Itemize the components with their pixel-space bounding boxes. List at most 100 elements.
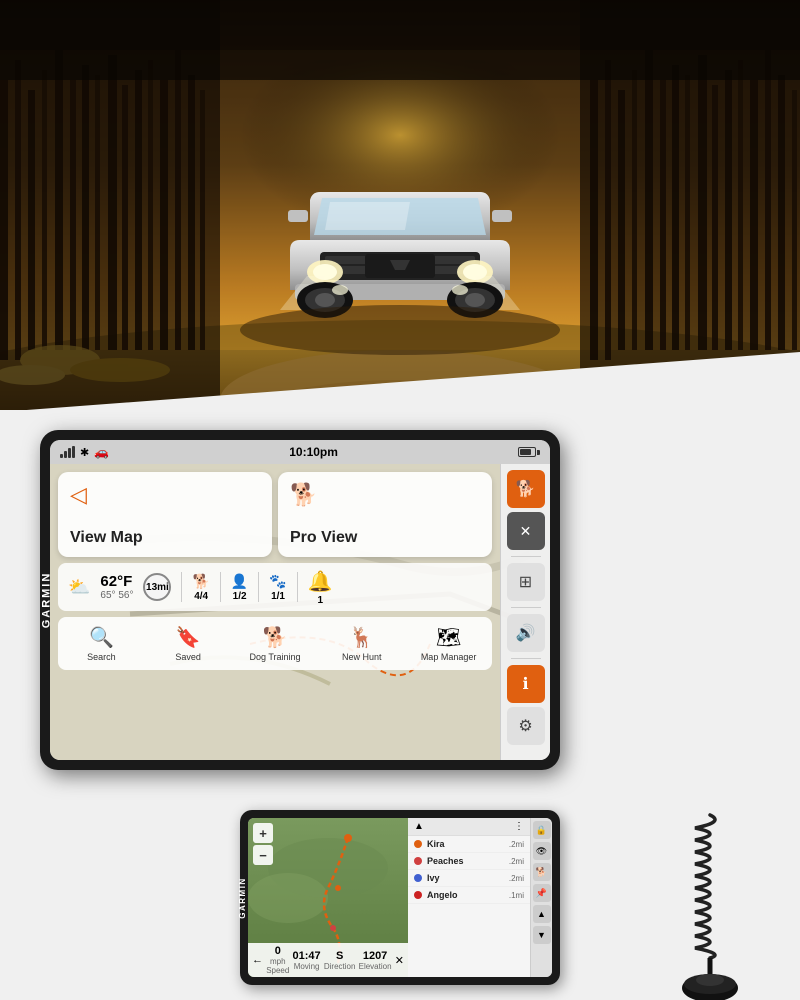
nav-map-manager[interactable]: 🗺 Map Manager — [405, 621, 492, 666]
saved-icon: 🔖 — [176, 625, 201, 650]
list-item[interactable]: Ivy .2mi — [408, 870, 530, 887]
back-btn[interactable]: ← — [252, 954, 263, 966]
status-right — [518, 447, 540, 457]
bottom-nav: 🔍 Search 🔖 Saved 🐕 Dog Training 🦌 — [58, 617, 492, 670]
list-item[interactable]: Angelo .1mi — [408, 887, 530, 904]
small-pin-btn[interactable]: 📌 — [533, 884, 551, 902]
stat-divider-4 — [297, 572, 298, 602]
close-map-btn[interactable]: ✕ — [395, 954, 404, 967]
dog-dot-kira — [414, 840, 422, 848]
speed-value: 0 — [266, 945, 289, 957]
direction-block: S Direction — [324, 950, 356, 971]
signal-bar-1 — [60, 454, 63, 458]
nav-dog-training[interactable]: 🐕 Dog Training — [232, 621, 319, 666]
dog-running-icon: 🐕 — [290, 482, 480, 508]
sidebar-close-btn[interactable]: ✕ — [507, 512, 545, 550]
small-lock-btn[interactable]: 🔒 — [533, 821, 551, 839]
alert-stat: 🔔 1 — [308, 569, 333, 606]
right-sidebar: 🐕 ✕ ⊞ 🔊 ℹ — [500, 464, 550, 760]
sidebar-info-btn[interactable]: ℹ — [507, 665, 545, 703]
moving-time: 01:47 — [293, 950, 321, 962]
car-icon: 🚗 — [94, 445, 109, 459]
pro-view-label: Pro View — [290, 529, 480, 547]
dog-name-ivy: Ivy — [427, 873, 509, 883]
sidebar-dog-btn[interactable]: 🐕 — [507, 470, 545, 508]
antenna — [670, 810, 750, 1000]
search-label: Search — [87, 652, 116, 662]
paw-stat: 🐾 1/1 — [269, 573, 286, 602]
saved-label: Saved — [175, 652, 201, 662]
small-down-btn[interactable]: ▼ — [533, 926, 551, 944]
device-content: ◁ View Map 🐕 Pro View ⛅ 62°F — [50, 464, 550, 760]
direction-label: Direction — [324, 962, 356, 971]
speed-block: 0 mph Speed — [266, 945, 289, 975]
small-dog-btn[interactable]: 🐕 — [533, 863, 551, 881]
elevation-block: 1207 Elevation — [359, 950, 392, 971]
signal-bar-2 — [64, 451, 67, 458]
status-time: 10:10pm — [289, 445, 338, 459]
small-map-status: ← 0 mph Speed 01:47 Moving S Direction — [248, 943, 408, 977]
temp-block: 62°F 65° 56° — [100, 573, 133, 601]
signal-bar-4 — [72, 446, 75, 458]
dog-dist-peaches: .2mi — [509, 857, 524, 866]
small-map-controls: + − — [253, 823, 273, 865]
elevation-label: Elevation — [359, 962, 392, 971]
elevation-value: 1207 — [359, 950, 392, 962]
small-up-btn[interactable]: ▲ — [533, 905, 551, 923]
status-left: ✱ 🚗 — [60, 445, 109, 459]
dog-dist-kira: .2mi — [509, 840, 524, 849]
header-menu-icon[interactable]: ⋮ — [514, 821, 524, 832]
settings-gear-icon: ⚙ — [518, 716, 532, 736]
info-icon: ℹ — [522, 674, 528, 694]
header-up-icon[interactable]: ▲ — [414, 821, 424, 832]
time-block: 01:47 Moving — [293, 950, 321, 971]
dog-name-kira: Kira — [427, 839, 509, 849]
device-screen-large: ✱ 🚗 10:10pm — [50, 440, 550, 760]
hero-illustration — [0, 0, 800, 410]
sidebar-dog-icon: 🐕 — [516, 479, 536, 499]
sidebar-settings-btn[interactable]: ⚙ — [507, 707, 545, 745]
sidebar-divider-1 — [511, 556, 541, 557]
dog-dist-ivy: .2mi — [509, 874, 524, 883]
list-header: ▲ ⋮ — [408, 818, 530, 836]
list-item[interactable]: Peaches .2mi — [408, 853, 530, 870]
battery-indicator — [518, 447, 540, 457]
dog-dist-angelo: .1mi — [509, 891, 524, 900]
nav-search[interactable]: 🔍 Search — [58, 621, 145, 666]
view-map-button[interactable]: ◁ View Map — [58, 472, 272, 557]
speed-unit: mph — [266, 957, 289, 966]
paw-value: 1/1 — [271, 591, 285, 602]
pro-view-button[interactable]: 🐕 Pro View — [278, 472, 492, 557]
search-icon: 🔍 — [89, 625, 114, 650]
main-device-section: GARMIN — [0, 410, 800, 800]
dog-stat-icon: 🐕 — [192, 573, 209, 590]
sidebar-grid-btn[interactable]: ⊞ — [507, 563, 545, 601]
battery-fill — [520, 449, 531, 455]
list-item[interactable]: Kira .2mi — [408, 836, 530, 853]
stat-divider-3 — [258, 572, 259, 602]
sidebar-sound-btn[interactable]: 🔊 — [507, 614, 545, 652]
dog-name-angelo: Angelo — [427, 890, 509, 900]
weather-icon: ⛅ — [68, 577, 90, 598]
hero-section — [0, 0, 800, 410]
garmin-device-large: GARMIN — [40, 430, 560, 770]
dog-dot-peaches — [414, 857, 422, 865]
small-map: + − ← 0 mph Speed 01:47 Moving — [248, 818, 408, 977]
dog-dot-angelo — [414, 891, 422, 899]
temp-main: 62°F — [100, 573, 133, 590]
signal-bar-3 — [68, 448, 71, 458]
dog-name-peaches: Peaches — [427, 856, 509, 866]
direction-value: S — [324, 950, 356, 962]
moving-label: Moving — [293, 962, 321, 971]
speed-label: Speed — [266, 966, 289, 975]
nav-new-hunt[interactable]: 🦌 New Hunt — [318, 621, 405, 666]
people-value: 1/2 — [233, 591, 247, 602]
small-eye-btn[interactable]: 👁 — [533, 842, 551, 860]
zoom-in-btn[interactable]: + — [253, 823, 273, 843]
alert-value: 1 — [317, 595, 323, 606]
top-buttons: ◁ View Map 🐕 Pro View — [58, 472, 492, 557]
temp-high: 65° — [100, 590, 115, 601]
zoom-out-btn[interactable]: − — [253, 845, 273, 865]
temp-low: 56° — [118, 590, 133, 601]
nav-saved[interactable]: 🔖 Saved — [145, 621, 232, 666]
